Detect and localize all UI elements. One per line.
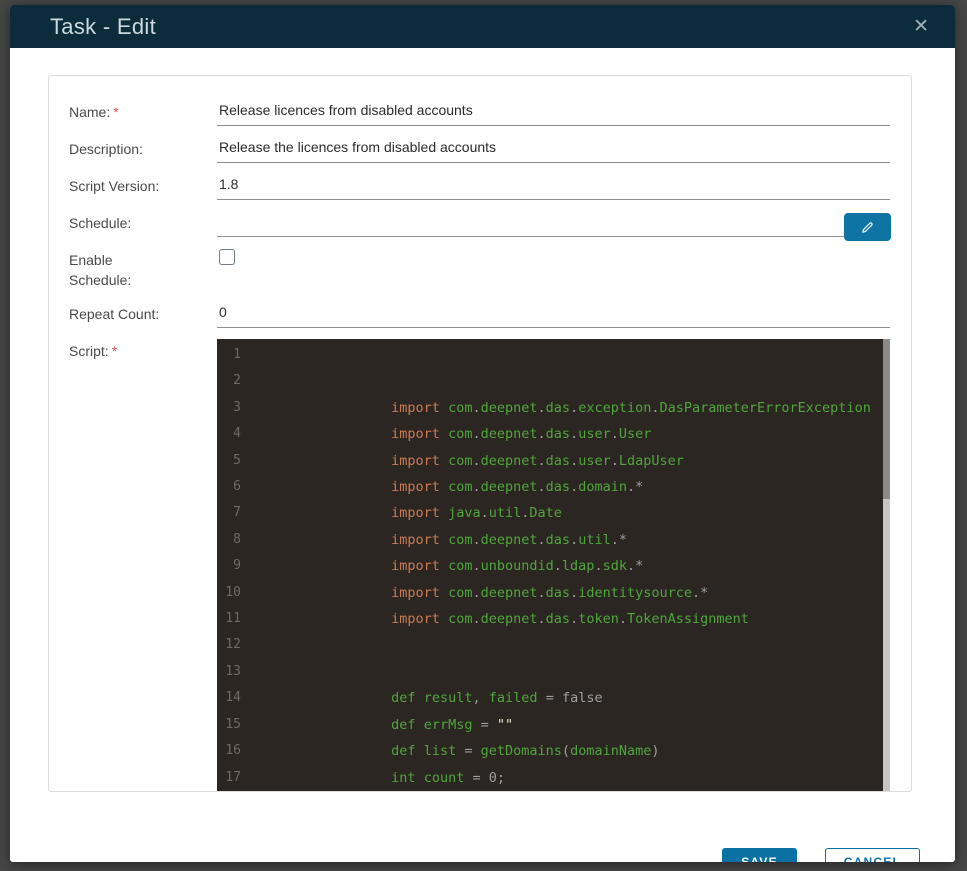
code-line: 4 import com.deepnet.das.user.User <box>233 426 652 443</box>
editor-scrollbar-thumb[interactable] <box>883 339 890 499</box>
enable-schedule-row: Enable Schedule: <box>69 246 890 290</box>
code-line: 14 def result, failed = false <box>225 690 603 707</box>
name-row: Name: * Release licences from disabled ac… <box>69 98 890 126</box>
code-line: 5 import com.deepnet.das.user.LdapUser <box>233 452 684 469</box>
enable-schedule-checkbox[interactable] <box>219 249 235 265</box>
code-line: 3 import com.deepnet.das.exception.DasPa… <box>233 399 871 416</box>
code-line: 11 import com.deepnet.das.token.TokenAss… <box>225 611 749 628</box>
repeat-count-row: Repeat Count: 0 <box>69 300 890 328</box>
modal-header: Task - Edit ✕ <box>10 5 955 48</box>
close-icon[interactable]: ✕ <box>909 15 933 38</box>
code-line: 12 <box>225 637 241 653</box>
code-line: 9 import com.unboundid.ldap.sdk.* <box>233 558 644 575</box>
required-asterisk: * <box>113 104 119 120</box>
schedule-row: Schedule: <box>69 209 891 241</box>
code-line: 6 import com.deepnet.das.domain.* <box>233 479 644 496</box>
code-line: 2 <box>233 373 241 389</box>
enable-schedule-field <box>217 246 890 274</box>
modal-body: Name: * Release licences from disabled ac… <box>10 48 955 862</box>
name-input[interactable]: Release licences from disabled accounts <box>217 98 890 126</box>
code-line: 7 import java.util.Date <box>233 505 562 522</box>
script-label: Script: * <box>69 343 118 359</box>
description-label: Description: <box>69 141 143 157</box>
repeat-count-label: Repeat Count: <box>69 306 160 322</box>
schedule-label: Schedule: <box>69 215 132 231</box>
script-version-input[interactable]: 1.8 <box>217 172 890 200</box>
description-input[interactable]: Release the licences from disabled accou… <box>217 135 890 163</box>
script-code-editor[interactable]: 123 import com.deepnet.das.exception.Das… <box>217 339 890 791</box>
code-line: 17 int count = 0; <box>225 769 506 786</box>
code-line: 16 def list = getDomains(domainName) <box>225 743 660 760</box>
script-row: Script: * 123 import com.deepnet.das.exce… <box>69 337 890 791</box>
code-line: 8 import com.deepnet.das.util.* <box>233 531 627 548</box>
required-asterisk: * <box>111 343 118 359</box>
script-editor-lines: 123 import com.deepnet.das.exception.Das… <box>217 342 890 791</box>
editor-vertical-scrollbar[interactable] <box>883 339 890 791</box>
script-field: 123 import com.deepnet.das.exception.Das… <box>217 337 890 791</box>
code-line: 1 <box>233 347 241 362</box>
code-line: 10 import com.deepnet.das.identitysource… <box>225 584 709 601</box>
cancel-button[interactable]: CANCEL <box>824 848 920 862</box>
repeat-count-input[interactable]: 0 <box>217 300 890 328</box>
name-label: Name: * <box>69 104 119 120</box>
code-line: 15 def errMsg = "" <box>225 716 514 733</box>
task-edit-modal: Task - Edit ✕ Name: * Release licences fr… <box>10 5 955 862</box>
pencil-icon <box>860 220 875 235</box>
enable-schedule-label: Enable Schedule: <box>69 252 132 288</box>
footer-buttons: SAVE CANCEL <box>722 848 920 862</box>
description-row: Description: Release the licences from d… <box>69 135 890 163</box>
save-button[interactable]: SAVE <box>722 848 797 862</box>
schedule-input[interactable] <box>217 209 891 241</box>
modal-title: Task - Edit <box>50 13 156 39</box>
script-version-label: Script Version: <box>69 178 160 194</box>
edit-schedule-button[interactable] <box>844 213 891 241</box>
script-version-row: Script Version: 1.8 <box>69 172 890 200</box>
code-line: 13 <box>225 663 241 679</box>
task-form-card: Name: * Release licences from disabled ac… <box>48 75 912 792</box>
